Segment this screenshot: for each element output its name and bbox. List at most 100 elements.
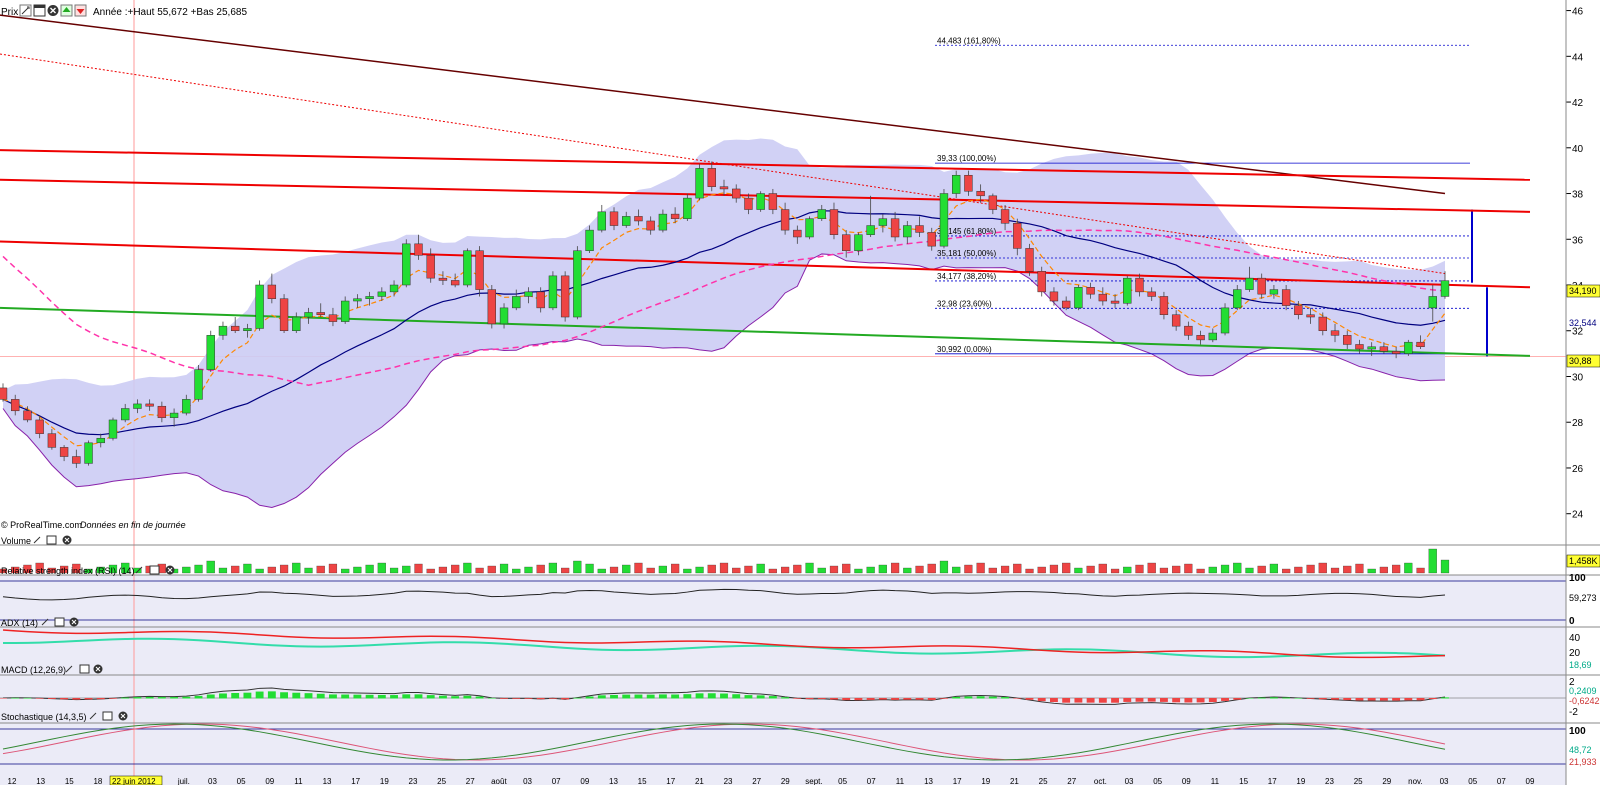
x-tick-label: 19 (981, 777, 990, 785)
close-icon[interactable] (47, 5, 59, 16)
volume-bar (1049, 564, 1059, 574)
x-tick-label: 05 (838, 777, 847, 785)
candle-down (1416, 341, 1425, 348)
volume-bar (316, 565, 325, 574)
macd-histogram-bar (1318, 698, 1327, 700)
macd-histogram-bar (1343, 698, 1352, 701)
volume-bar (218, 567, 228, 574)
macd-histogram-bar (1086, 698, 1095, 703)
macd-histogram-bar (231, 692, 240, 699)
macd-histogram-bar (1306, 698, 1315, 699)
volume-bar (414, 563, 423, 574)
window-icon[interactable] (46, 535, 57, 545)
candle-down (1037, 271, 1046, 293)
candle-down (1196, 335, 1205, 341)
macd-histogram-bar (341, 694, 350, 699)
macd-histogram-bar (500, 698, 508, 699)
volume-bar (402, 565, 411, 574)
x-tick-label: 13 (323, 777, 332, 785)
volume-bar (1269, 563, 1279, 574)
window-icon[interactable] (33, 4, 46, 17)
volume-bar (292, 562, 301, 574)
date-marker: 22 juin 2012 (112, 777, 156, 785)
window-icon[interactable] (54, 617, 65, 627)
x-tick-label: 13 (36, 777, 45, 785)
candle-up (255, 284, 264, 329)
candle-down (634, 216, 643, 222)
volume-bar (817, 567, 826, 574)
close-icon[interactable] (93, 664, 103, 674)
arrow-up-icon[interactable] (60, 4, 73, 17)
close-icon[interactable] (118, 711, 128, 721)
window-icon[interactable] (102, 711, 113, 721)
volume-bar (561, 567, 570, 574)
candle-down (927, 232, 936, 247)
volume-bar (1147, 562, 1156, 574)
candle-down (72, 456, 81, 464)
candle-down (1086, 287, 1095, 295)
x-tick-label: août (491, 777, 507, 785)
volume-bar (756, 563, 765, 574)
volume-bar (365, 564, 374, 574)
window-icon[interactable] (79, 664, 90, 674)
volume-bar (707, 564, 716, 574)
x-tick-label: 09 (580, 777, 589, 785)
volume-bar (1013, 563, 1022, 574)
volume-label: Volume (1, 536, 31, 546)
x-tick-label: sept. (805, 777, 822, 785)
volume-bar (671, 563, 680, 574)
x-tick-label: 13 (609, 777, 618, 785)
candle-down (157, 405, 167, 418)
macd-histogram-bar (1355, 698, 1364, 701)
macd-histogram-bar (1245, 697, 1254, 699)
x-tick-label: 25 (1039, 777, 1048, 785)
macd-histogram-bar (1416, 698, 1425, 701)
volume-bar (634, 562, 643, 574)
macd-histogram-bar (402, 694, 411, 699)
x-tick-label: 15 (65, 777, 74, 785)
candle-down (732, 188, 741, 199)
x-tick-label: 17 (953, 777, 962, 785)
candle-down (793, 229, 802, 238)
macd-histogram-bar (622, 694, 631, 699)
macd-histogram-bar (634, 694, 643, 699)
arrow-down-icon[interactable] (74, 4, 87, 17)
wrench-icon[interactable] (19, 4, 32, 17)
macd-histogram-bar (438, 695, 447, 699)
candle-up (218, 325, 228, 336)
macd-histogram-bar (487, 697, 496, 699)
window-icon[interactable] (149, 565, 160, 575)
y-tick-label: 32 (1572, 327, 1584, 338)
volume-bar (658, 565, 667, 574)
macd-histogram-bar (1172, 698, 1181, 703)
candle-up (695, 168, 704, 199)
macd-histogram-bar (561, 698, 570, 700)
candle-down (646, 220, 655, 231)
candle-down (1379, 346, 1389, 352)
macd-histogram-bar (1367, 698, 1376, 701)
x-tick-label: 17 (666, 777, 675, 785)
candle-up (805, 218, 814, 238)
x-tick-label: 27 (466, 777, 475, 785)
price-panel-header: Prix Année :+Haut 55,672 +Bas 25,685 (1, 4, 247, 18)
volume-bar (952, 566, 961, 574)
close-icon[interactable] (69, 617, 79, 627)
macd-histogram-bar (1221, 698, 1229, 701)
x-tick-label: nov. (1408, 777, 1423, 785)
macd-histogram-bar (842, 698, 851, 701)
volume-badge: 1,458K (1569, 556, 1598, 566)
candle-down (670, 213, 680, 219)
close-icon[interactable] (165, 565, 175, 575)
x-tick-label: 27 (752, 777, 761, 785)
candle-up (1440, 280, 1450, 297)
ma-badge: 32,544 (1569, 318, 1597, 328)
volume-bar (646, 567, 655, 574)
candle-down (1306, 314, 1315, 318)
volume-bar (487, 565, 496, 574)
macd-histogram-bar (463, 695, 472, 699)
volume-bar (1196, 568, 1205, 574)
macd-histogram-bar (1135, 698, 1144, 702)
close-icon[interactable] (62, 535, 72, 545)
volume-bar (279, 564, 289, 574)
x-tick-label: 07 (552, 777, 561, 785)
